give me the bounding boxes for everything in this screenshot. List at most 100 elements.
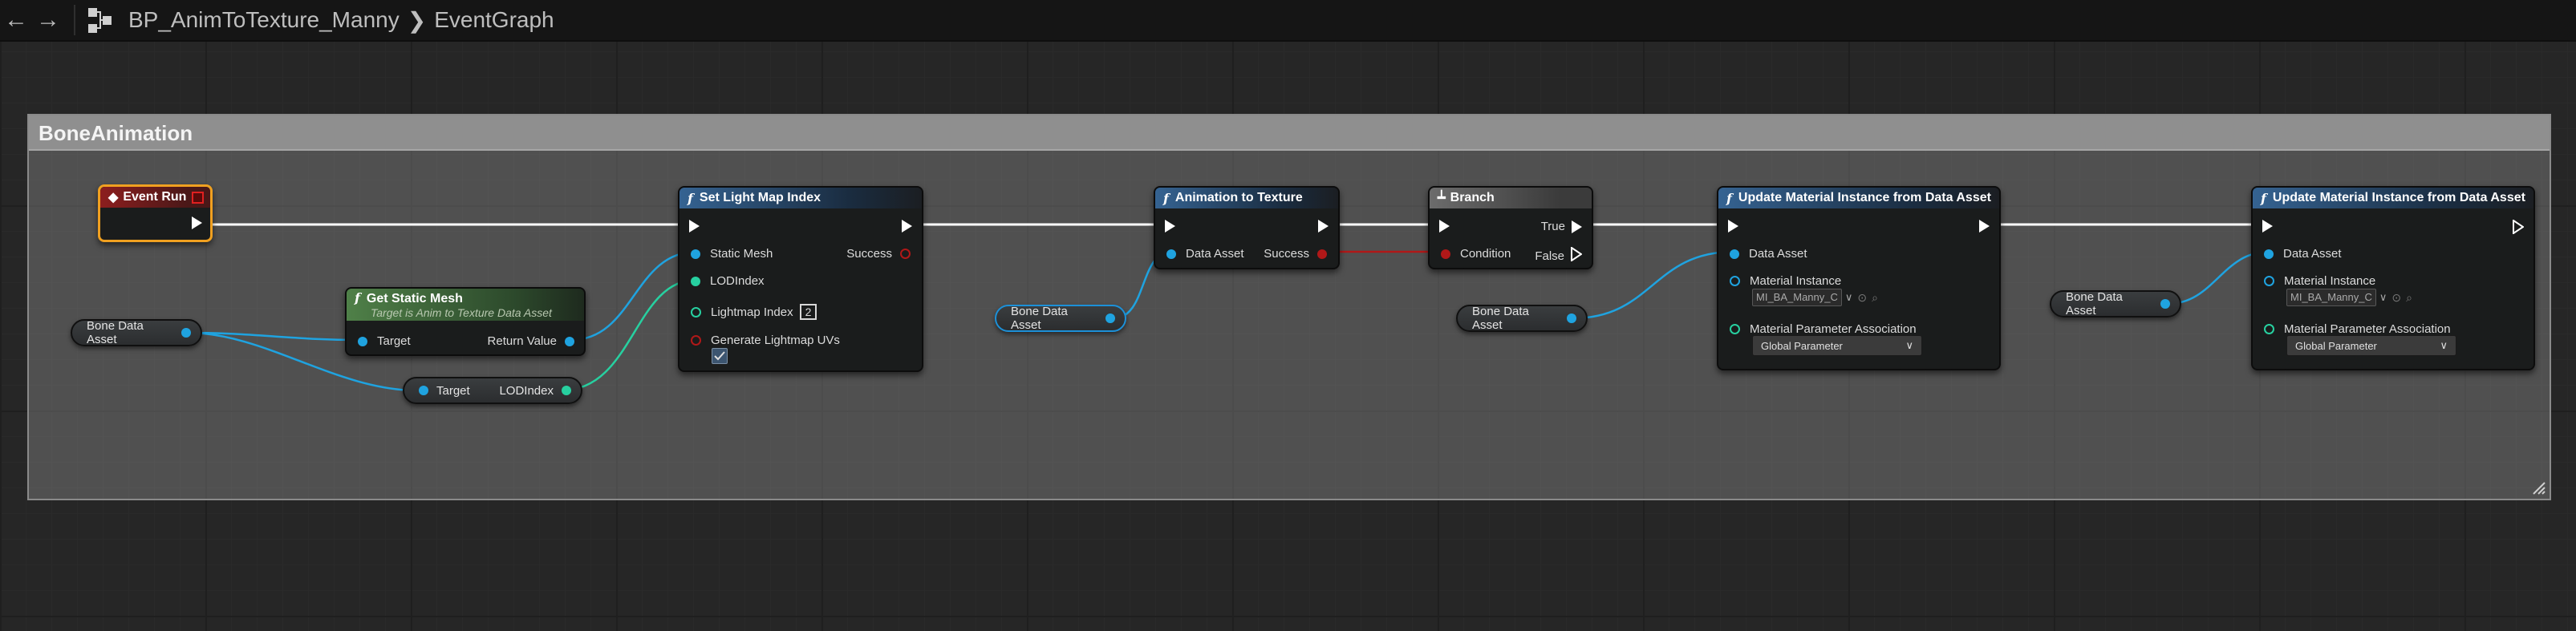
success-pin[interactable]: Success [1264,247,1327,261]
data-asset-pin[interactable]: Data Asset [1166,247,1244,261]
event-run-node[interactable]: ◆ Event Run [98,184,213,242]
bool-pin-icon [1441,249,1450,259]
bool-pin-icon [1317,249,1327,259]
chevron-down-icon: ∨ [2440,339,2448,351]
exec-in-pin[interactable] [689,220,700,233]
exec-out-pin[interactable] [2513,219,2525,237]
material-instance-pin[interactable]: Material Instance [1730,274,1841,288]
checkmark-icon [714,351,725,361]
material-parameter-association-dropdown[interactable]: Global Parameter ∨ [2286,335,2456,356]
search-icon[interactable]: ⌕ [2406,291,2412,305]
function-icon: f [1163,190,1169,206]
branch-node[interactable]: ┷ Branch True Condition False [1428,186,1593,269]
bone-data-asset-variable[interactable]: Bone Data Asset [71,319,202,346]
back-button[interactable]: ← [0,4,32,36]
exec-in-pin[interactable] [1439,220,1450,233]
function-icon: f [355,290,360,305]
exec-arrow-icon [1728,220,1738,233]
exec-arrow-icon [1572,220,1582,233]
bone-data-asset-variable[interactable]: Bone Data Asset [2050,290,2181,318]
object-pin-icon [565,336,574,346]
data-asset-pin[interactable]: Data Asset [2264,247,2342,261]
object-pin-icon [1730,276,1740,286]
int-pin-icon [691,306,701,318]
exec-out-pin[interactable] [902,220,912,233]
chevron-down-icon: ∨ [1905,339,1913,351]
lightmap-index-input[interactable]: 2 [799,304,817,320]
chevron-right-icon: ❯ [407,7,427,33]
int-pin-icon [562,386,571,395]
exec-arrow-icon [1979,220,1990,233]
lightmap-index-pin[interactable]: Lightmap Index 2 [691,304,817,320]
exec-arrow-icon [192,216,202,229]
resize-handle-icon[interactable] [2532,481,2546,495]
bool-pin-icon [691,335,701,346]
material-instance-picker[interactable]: MI_BA_Manny_C ∨ ⊙ ⌕ [1752,289,1878,306]
node-subtitle: Target is Anim to Texture Data Asset [371,306,552,319]
exec-out-pin[interactable] [192,216,202,229]
lod-index-getter-node[interactable]: Target LODIndex [403,377,582,404]
exec-in-pin[interactable] [1728,220,1738,233]
material-parameter-association-pin[interactable]: Material Parameter Association [1730,322,1917,336]
bone-data-asset-variable[interactable]: Bone Data Asset [995,305,1126,332]
set-light-map-index-node[interactable]: f Set Light Map Index Static Mesh Success… [678,186,923,372]
material-instance-pin[interactable]: Material Instance [2264,274,2375,288]
exec-arrow-icon [1318,220,1329,233]
bone-data-asset-variable[interactable]: Bone Data Asset [1456,305,1588,332]
toolbar-divider [74,5,75,35]
material-instance-picker[interactable]: MI_BA_Manny_C ∨ ⊙ ⌕ [2286,289,2412,306]
false-pin[interactable]: False [1535,246,1583,265]
event-icon: ◆ [108,191,119,204]
object-pin-icon [419,386,428,395]
forward-button[interactable]: → [32,4,64,36]
object-pin-icon [358,336,367,346]
object-pin-icon [2264,249,2274,259]
object-pin-icon [1730,249,1739,259]
target-pin[interactable]: Target [358,334,411,348]
exec-in-pin[interactable] [1165,220,1175,233]
material-parameter-association-dropdown[interactable]: Global Parameter ∨ [1752,335,1922,356]
update-material-instance-node[interactable]: f Update Material Instance from Data Asse… [2251,186,2535,370]
exec-out-pin[interactable] [1318,220,1329,233]
object-pin-icon [1166,249,1176,259]
update-material-instance-node[interactable]: f Update Material Instance from Data Asse… [1717,186,2001,370]
browse-icon[interactable]: ⊙ [2391,291,2401,305]
exec-arrow-icon [689,220,700,233]
object-pin-icon [2264,276,2274,286]
true-pin[interactable]: True [1541,220,1582,233]
condition-pin[interactable]: Condition [1441,247,1511,261]
bool-pin-icon [900,249,911,259]
node-header: f Update Material Instance from Data Asse… [2253,188,2533,208]
exec-arrow-icon [1439,220,1450,233]
object-pin-icon [691,249,700,259]
material-parameter-association-pin[interactable]: Material Parameter Association [2264,322,2451,336]
search-icon[interactable]: ⌕ [1872,291,1878,305]
comment-title[interactable]: BoneAnimation [29,115,2550,151]
success-pin[interactable]: Success [846,247,911,261]
int-pin-icon [691,276,700,286]
browse-icon[interactable]: ⊙ [1857,291,1867,305]
enum-pin-icon [1730,324,1740,334]
lod-index-pin[interactable]: LODIndex [691,274,765,288]
function-icon: f [1726,190,1732,206]
generate-lightmap-uvs-pin[interactable]: Generate Lightmap UVs [691,334,840,347]
node-header: f Get Static Mesh Target is Anim to Textu… [347,289,584,321]
node-header: ┷ Branch [1430,188,1592,208]
node-header: f Animation to Texture [1155,188,1338,208]
graph-toolbar: ← → BP_AnimToTexture_Manny ❯ EventGraph [0,0,2576,42]
graph-icon [85,4,117,36]
exec-arrow-icon [2262,220,2273,233]
exec-hollow-arrow-icon [1571,246,1583,265]
exec-in-pin[interactable] [2262,220,2273,233]
generate-lightmap-uvs-checkbox[interactable] [712,348,728,364]
data-asset-pin[interactable]: Data Asset [1730,247,1807,261]
breadcrumb-blueprint[interactable]: BP_AnimToTexture_Manny [128,7,400,33]
object-pin-icon [1567,313,1576,323]
breadcrumb-graph[interactable]: EventGraph [434,7,554,33]
exec-out-pin[interactable] [1979,220,1990,233]
animation-to-texture-node[interactable]: f Animation to Texture Data Asset Success [1154,186,1340,269]
get-static-mesh-node[interactable]: f Get Static Mesh Target is Anim to Textu… [345,287,586,356]
static-mesh-pin[interactable]: Static Mesh [691,247,773,261]
function-icon: f [2261,190,2266,206]
return-value-pin[interactable]: Return Value [488,334,574,348]
